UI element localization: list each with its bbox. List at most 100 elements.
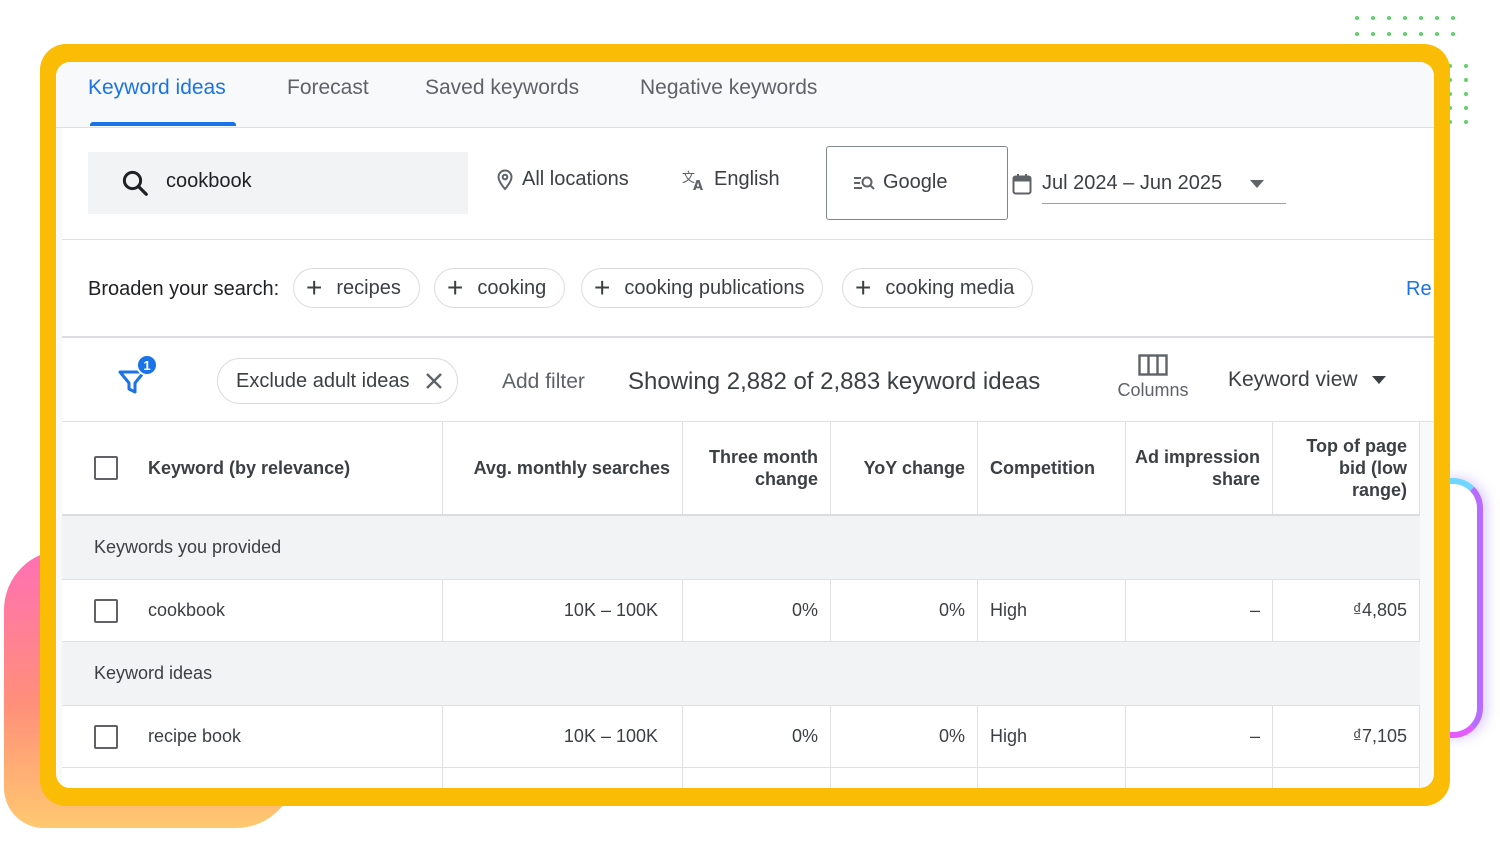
broaden-chip-cooking[interactable]: + cooking [434,268,566,308]
row-checkbox[interactable] [94,598,118,623]
language-label: English [714,168,780,190]
table-row: recipe book 10K – 100K 0% 0% High – ₫7,1… [62,706,1420,768]
broaden-chip-cooking-publications[interactable]: + cooking publications [581,268,824,308]
chip-label: cooking [477,276,547,299]
tab-saved-keywords[interactable]: Saved keywords [425,76,579,100]
chip-label: cooking publications [624,276,805,299]
decorative-dots-right [1448,64,1468,124]
keyword-text: recipe book [148,726,242,746]
columns-button[interactable]: Columns [1112,354,1194,401]
group-row-ideas: Keyword ideas [62,642,1420,706]
header-line: Top of page [1306,436,1407,456]
broaden-chip-recipes[interactable]: + recipes [293,268,420,308]
cell-ad-impression-share: – [1126,580,1273,641]
keyword-text: cookbook [148,600,226,620]
cell-avg-monthly-searches: 10K – 100K [443,580,683,641]
tab-forecast[interactable]: Forecast [287,76,369,100]
dropdown-arrow-icon [1371,376,1386,384]
columns-icon [1138,354,1168,376]
cell-three-month-change: 0% [683,580,831,641]
keyword-view-dropdown[interactable]: Keyword view [1228,368,1386,392]
cell-competition: High [978,706,1126,767]
plus-icon: + [855,272,872,303]
cell-competition: High [978,580,1126,641]
cell-keyword: recipe book [62,706,443,767]
header-line: bid (low [1339,458,1407,478]
header-line: change [754,469,818,489]
exclude-adult-ideas-chip[interactable]: Exclude adult ideas [217,358,459,404]
cell-top-of-page-bid: ₫4,805 [1273,580,1420,641]
results-count: Showing 2,882 of 2,883 keyword ideas [628,368,1041,395]
table-row-partial [62,768,1420,788]
svg-text:A: A [693,179,703,191]
header-keyword[interactable]: Keyword (by relevance) [62,422,443,514]
cell-top-of-page-bid: ₫7,105 [1273,706,1420,767]
search-network-icon [854,176,875,190]
cell-keyword: cookbook [62,580,443,641]
cell-yoy-change: 0% [831,580,978,641]
tab-bar: Keyword ideas Forecast Saved keywords Ne… [56,62,1434,128]
close-icon[interactable] [425,372,443,390]
tab-keyword-ideas[interactable]: Keyword ideas [88,76,226,100]
header-line: Three month [708,447,818,467]
search-network-label: Google [883,171,948,193]
tab-negative-keywords[interactable]: Negative keywords [640,76,817,100]
date-range-label: Jul 2024 – Jun 2025 [1042,172,1223,194]
keyword-planner-panel: Keyword ideas Forecast Saved keywords Ne… [56,62,1434,788]
calendar-icon [1012,174,1032,195]
row-checkbox[interactable] [94,724,118,749]
search-network-selector[interactable]: Google [826,146,1008,220]
filter-bar: 1 Exclude adult ideas Add filter Showing… [62,338,1434,422]
table-header-row: Keyword (by relevance) Avg. monthly sear… [62,422,1420,516]
header-competition[interactable]: Competition [978,422,1126,514]
cell-empty [683,768,831,788]
chip-label: recipes [336,276,401,299]
chip-label: cooking media [885,276,1015,299]
location-selector[interactable]: All locations [496,168,629,191]
refine-keywords-link[interactable]: Re [1406,278,1432,301]
keyword-view-label: Keyword view [1228,368,1358,391]
cell-empty [62,768,443,788]
cell-empty [978,768,1126,788]
cell-avg-monthly-searches: 10K – 100K [443,706,683,767]
date-range-selector[interactable]: Jul 2024 – Jun 2025 [1012,168,1286,204]
add-filter-button[interactable]: Add filter [502,370,585,394]
cell-three-month-change: 0% [683,706,831,767]
header-avg-monthly-searches[interactable]: Avg. monthly searches [443,422,683,514]
exclude-chip-label: Exclude adult ideas [236,369,410,392]
search-toolbar: All locations 文 A English Google [62,128,1434,240]
select-all-checkbox[interactable] [94,456,118,480]
header-top-of-page-bid-low[interactable]: Top of page bid (low range) [1273,422,1420,514]
broaden-label: Broaden your search: [88,278,280,300]
location-label: All locations [522,168,629,190]
plus-icon: + [447,272,464,303]
group-label: Keywords you provided [94,537,282,557]
cell-yoy-change: 0% [831,706,978,767]
header-line: Ad impression [1134,447,1260,467]
header-keyword-label: Keyword (by relevance) [148,458,351,478]
cell-empty [1273,768,1420,788]
search-input[interactable] [166,170,446,193]
header-three-month-change[interactable]: Three month change [683,422,831,514]
language-selector[interactable]: 文 A English [682,168,780,191]
header-ad-impression-share[interactable]: Ad impression share [1126,422,1273,514]
cell-empty [1126,768,1273,788]
cell-empty [831,768,978,788]
search-box[interactable] [88,152,468,214]
broaden-search-bar: Broaden your search: + recipes + cooking… [62,240,1434,338]
search-icon [122,170,148,196]
active-tab-indicator [90,122,236,126]
translate-icon: 文 A [682,171,703,191]
plus-icon: + [306,272,323,303]
location-pin-icon [497,168,513,190]
cell-empty [443,768,683,788]
date-range-field[interactable]: Jul 2024 – Jun 2025 [1042,172,1286,204]
header-yoy-change[interactable]: YoY change [831,422,978,514]
broaden-chip-cooking-media[interactable]: + cooking media [842,268,1034,308]
dropdown-arrow-icon [1250,179,1265,188]
header-line: range) [1351,480,1407,500]
plus-icon: + [594,272,611,303]
columns-label: Columns [1117,380,1189,400]
group-row-provided: Keywords you provided [62,516,1420,580]
table-row: cookbook 10K – 100K 0% 0% High – ₫4,805 [62,580,1420,642]
